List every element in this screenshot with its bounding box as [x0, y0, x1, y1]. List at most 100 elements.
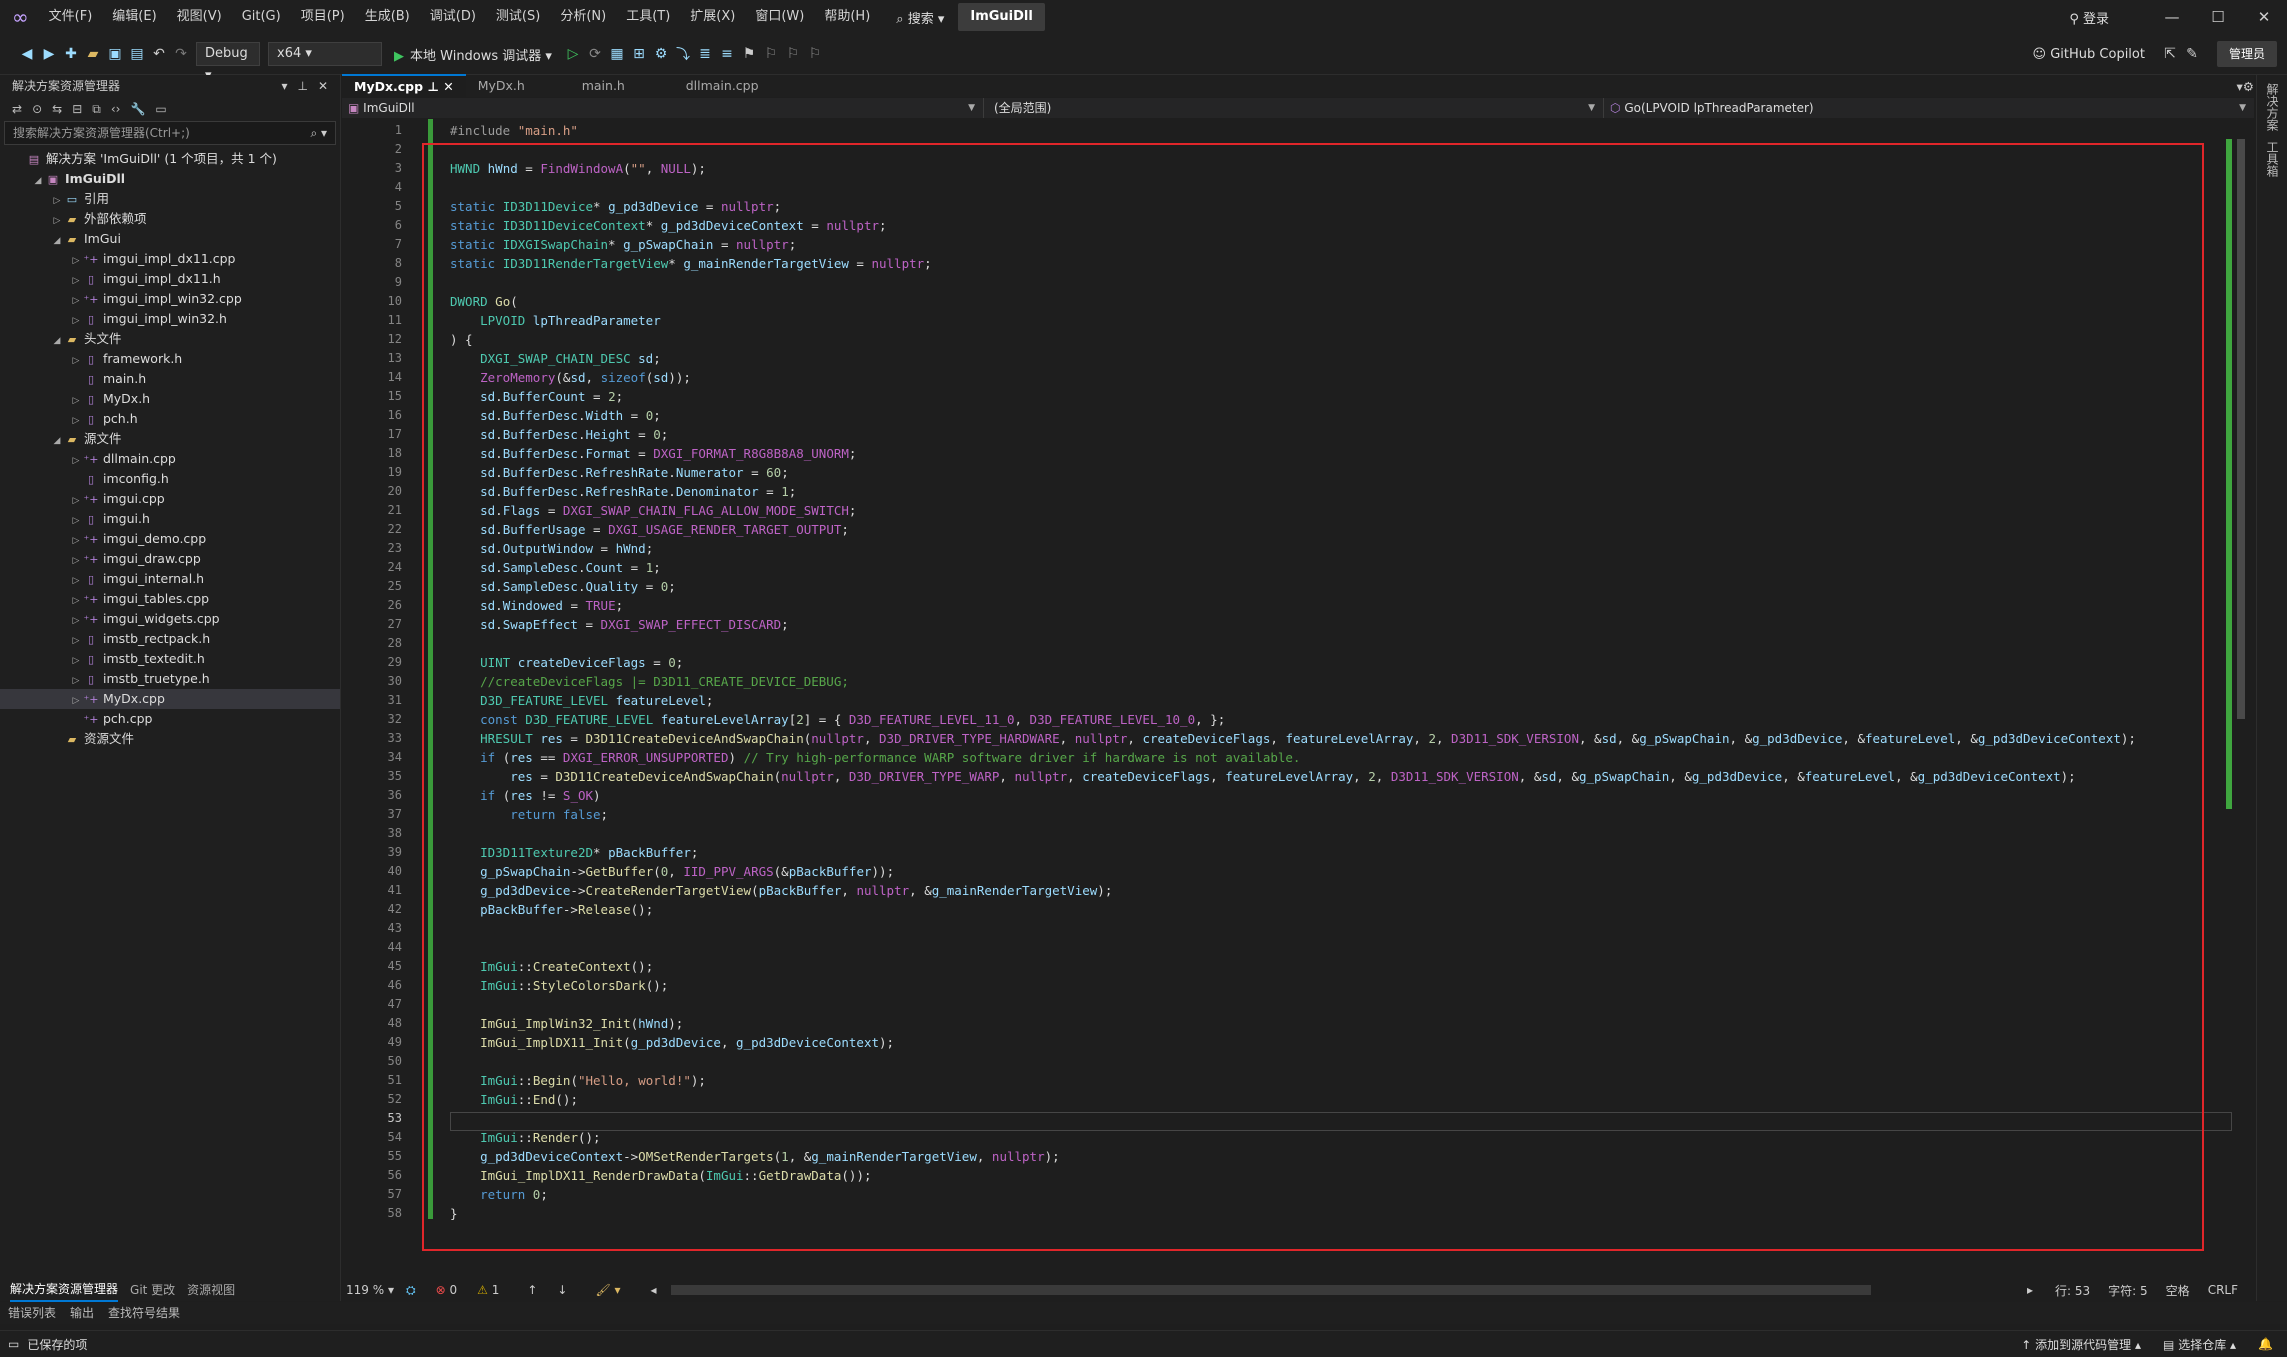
code-line[interactable]: } — [450, 1204, 2136, 1223]
menu-item[interactable]: 帮助(H) — [814, 0, 880, 34]
menu-item[interactable]: 工具(T) — [616, 0, 680, 34]
tree-item[interactable]: ▷ ⁺+ imgui_draw.cpp — [0, 549, 340, 569]
collapsed-arrow-icon[interactable]: ▷ — [69, 391, 83, 411]
collapsed-arrow-icon[interactable]: ▷ — [69, 591, 83, 611]
collapsed-arrow-icon[interactable]: ▷ — [69, 411, 83, 431]
collapsed-arrow-icon[interactable]: ▷ — [69, 691, 83, 711]
panel-tab[interactable]: Git 更改 — [130, 1279, 175, 1301]
code-line[interactable]: sd.BufferUsage = DXGI_USAGE_RENDER_TARGE… — [450, 520, 2136, 539]
close-icon[interactable]: ✕ — [443, 79, 453, 94]
code-line[interactable]: sd.BufferDesc.Width = 0; — [450, 406, 2136, 425]
code-line[interactable]: g_pSwapChain->GetBuffer(0, IID_PPV_ARGS(… — [450, 862, 2136, 881]
code-line[interactable]: ImGui_ImplDX11_Init(g_pd3dDevice, g_pd3d… — [450, 1033, 2136, 1052]
column-position[interactable]: 字符: 5 — [2108, 1282, 2148, 1299]
code-line[interactable]: const D3D_FEATURE_LEVEL featureLevelArra… — [450, 710, 2136, 729]
sync-icon[interactable]: ⇆ — [52, 102, 62, 116]
close-button[interactable]: ✕ — [2241, 0, 2287, 34]
code-line[interactable]: sd.Flags = DXGI_SWAP_CHAIN_FLAG_ALLOW_MO… — [450, 501, 2136, 520]
code-line[interactable]: LPVOID lpThreadParameter — [450, 311, 2136, 330]
save-all-icon[interactable]: ▤ — [126, 46, 148, 62]
tree-item[interactable]: ▷ ▯ imgui.h — [0, 509, 340, 529]
redo-icon[interactable]: ↷ — [170, 46, 192, 62]
code-line[interactable] — [450, 919, 2136, 938]
document-tab[interactable]: main.h — [570, 75, 674, 97]
save-icon[interactable]: ▣ — [104, 46, 126, 62]
tree-item[interactable]: ▷ ▯ framework.h — [0, 349, 340, 369]
collapsed-arrow-icon[interactable]: ▷ — [69, 651, 83, 671]
code-line[interactable]: sd.SwapEffect = DXGI_SWAP_EFFECT_DISCARD… — [450, 615, 2136, 634]
code-health-icon[interactable]: ⛭ — [406, 1283, 416, 1298]
code-line[interactable]: static ID3D11DeviceContext* g_pd3dDevice… — [450, 216, 2136, 235]
menu-item[interactable]: 测试(S) — [486, 0, 550, 34]
code-line[interactable]: pBackBuffer->Release(); — [450, 900, 2136, 919]
code-line[interactable]: D3D_FEATURE_LEVEL featureLevel; — [450, 691, 2136, 710]
menu-item[interactable]: 调试(D) — [420, 0, 486, 34]
tree-item[interactable]: ⁺+ pch.cpp — [0, 709, 340, 729]
tree-item[interactable]: ▰ 资源文件 — [0, 729, 340, 749]
horizontal-scrollbar[interactable] — [670, 1285, 1871, 1295]
whitespace-mode[interactable]: 空格 — [2166, 1282, 2190, 1299]
code-line[interactable]: if (res != S_OK) — [450, 786, 2136, 805]
tree-item[interactable]: ▷ ▰ 外部依赖项 — [0, 209, 340, 229]
toolbox-side-tab[interactable]: 工具箱 — [2264, 141, 2281, 177]
configuration-select[interactable]: Debug ▾ — [196, 42, 260, 83]
collapsed-arrow-icon[interactable]: ▷ — [69, 271, 83, 291]
diagnostics-icon[interactable]: ⚙ — [650, 46, 672, 62]
browser-link-icon[interactable]: ▦ — [606, 46, 628, 62]
uncomment-icon[interactable]: ≡ — [716, 46, 738, 62]
project-dropdown[interactable]: ▣ ImGuiDll ▼ — [342, 98, 984, 118]
cleanup-icon[interactable]: 🖌 ▾ — [595, 1283, 620, 1297]
menu-item[interactable]: 项目(P) — [291, 0, 355, 34]
collapsed-arrow-icon[interactable]: ▷ — [69, 611, 83, 631]
code-line[interactable]: sd.BufferCount = 2; — [450, 387, 2136, 406]
properties-icon[interactable]: 🔧 — [130, 102, 145, 116]
errors-indicator[interactable]: ⊗ 0 — [436, 1283, 458, 1297]
code-line[interactable]: ImGui::StyleColorsDark(); — [450, 976, 2136, 995]
code-line[interactable]: sd.BufferDesc.Height = 0; — [450, 425, 2136, 444]
tree-item[interactable]: ▷ ⁺+ dllmain.cpp — [0, 449, 340, 469]
code-line[interactable]: //createDeviceFlags |= D3D11_CREATE_DEVI… — [450, 672, 2136, 691]
collapsed-arrow-icon[interactable]: ▷ — [69, 251, 83, 271]
minimize-button[interactable]: — — [2149, 0, 2195, 34]
code-line[interactable]: ImGui_ImplDX11_RenderDrawData(ImGui::Get… — [450, 1166, 2136, 1185]
add-source-control-button[interactable]: ↑ 添加到源代码管理 ▴ — [2021, 1336, 2141, 1353]
feedback-icon[interactable]: ✎ — [2181, 46, 2203, 62]
platform-select[interactable]: x64 ▾ — [268, 42, 382, 66]
collapsed-arrow-icon[interactable]: ▷ — [69, 311, 83, 331]
vertical-scrollbar[interactable] — [2236, 119, 2246, 1259]
code-line[interactable]: return false; — [450, 805, 2136, 824]
bottom-tab[interactable]: 查找符号结果 — [108, 1302, 180, 1324]
code-line[interactable] — [450, 273, 2136, 292]
code-line[interactable]: #include "main.h" — [450, 121, 2136, 140]
next-bookmark-icon[interactable]: ⚐ — [782, 46, 804, 62]
tree-item[interactable]: ▷ ⁺+ MyDx.cpp — [0, 689, 340, 709]
code-line[interactable]: ID3D11Texture2D* pBackBuffer; — [450, 843, 2136, 862]
collapsed-arrow-icon[interactable]: ▷ — [69, 351, 83, 371]
code-line[interactable]: sd.SampleDesc.Count = 1; — [450, 558, 2136, 577]
panel-tab[interactable]: 资源视图 — [187, 1279, 235, 1301]
menu-item[interactable]: 分析(N) — [550, 0, 616, 34]
collapsed-arrow-icon[interactable]: ▷ — [69, 451, 83, 471]
share-icon[interactable]: ⇱ — [2159, 46, 2181, 62]
code-line[interactable]: g_pd3dDeviceContext->OMSetRenderTargets(… — [450, 1147, 2136, 1166]
code-line[interactable]: g_pd3dDevice->CreateRenderTargetView(pBa… — [450, 881, 2136, 900]
notifications-icon[interactable]: 🔔 — [2258, 1337, 2273, 1351]
line-ending[interactable]: CRLF — [2208, 1283, 2238, 1297]
tree-item[interactable]: ▤ 解决方案 'ImGuiDll' (1 个项目，共 1 个) — [0, 149, 340, 169]
code-editor[interactable]: 1 2 3 4 5 6 7 8 9 10 11 12 13 14 15 16 17 18 19 20 21 22 23 24 2… — [342, 119, 2254, 1279]
login-button[interactable]: ⚲ 登录 — [2069, 8, 2109, 27]
open-folder-icon[interactable]: ▰ — [82, 46, 104, 62]
code-line[interactable] — [450, 1052, 2136, 1071]
panel-close-icon[interactable]: ✕ — [318, 75, 328, 97]
maximize-button[interactable]: ☐ — [2195, 0, 2241, 34]
tree-item[interactable]: ▷ ▯ imgui_impl_dx11.h — [0, 269, 340, 289]
code-line[interactable]: sd.SampleDesc.Quality = 0; — [450, 577, 2136, 596]
filter-icon[interactable]: ⊙ — [32, 102, 42, 116]
forward-icon[interactable]: ▶ — [38, 46, 60, 62]
tree-item[interactable]: ◢ ▰ 头文件 — [0, 329, 340, 349]
code-line[interactable]: sd.Windowed = TRUE; — [450, 596, 2136, 615]
settings-icon[interactable]: ⚙ — [2243, 79, 2254, 94]
code-line[interactable] — [450, 995, 2136, 1014]
code-view-icon[interactable]: ‹› — [111, 102, 121, 116]
code-line[interactable]: static IDXGISwapChain* g_pSwapChain = nu… — [450, 235, 2136, 254]
